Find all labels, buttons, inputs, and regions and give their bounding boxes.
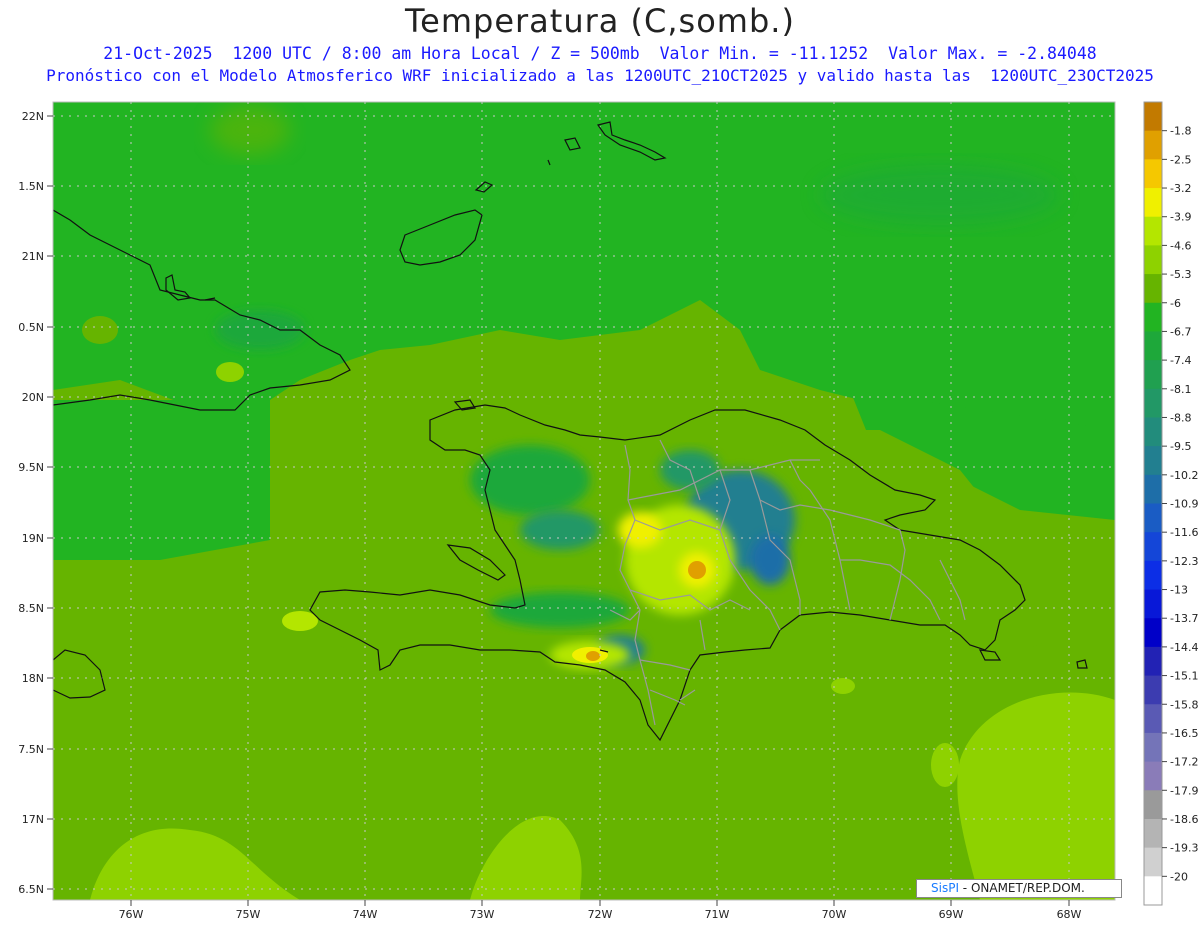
colorbar-label: -13 bbox=[1170, 584, 1188, 597]
lat-label: 9.5N bbox=[18, 461, 44, 474]
lat-label: 22N bbox=[22, 110, 44, 123]
colorbar-swatch bbox=[1144, 188, 1162, 218]
lon-label: 69W bbox=[939, 908, 964, 921]
colorbar-swatch bbox=[1144, 560, 1162, 591]
lat-label: 8.5N bbox=[18, 602, 44, 615]
credit-brand: SisPI bbox=[931, 881, 959, 895]
colorbar-swatch bbox=[1144, 417, 1162, 447]
colorbar-swatch bbox=[1144, 216, 1162, 246]
colorbar-label: -17.2 bbox=[1170, 756, 1198, 769]
colorbar-label: -10.2 bbox=[1170, 469, 1198, 482]
colorbar-swatch bbox=[1144, 790, 1162, 820]
lat-label: 17N bbox=[22, 813, 44, 826]
colorbar-label: -1.8 bbox=[1170, 125, 1191, 138]
colorbar-swatch bbox=[1144, 646, 1162, 677]
lat-label: 19N bbox=[22, 532, 44, 545]
subtitle-valid-time: 21-Oct-2025 1200 UTC / 8:00 am Hora Loca… bbox=[103, 44, 1097, 63]
colorbar-swatch bbox=[1144, 704, 1162, 734]
colorbar-swatch bbox=[1144, 675, 1162, 705]
colorbar-swatch bbox=[1144, 474, 1162, 505]
lon-label: 71W bbox=[705, 908, 730, 921]
colorbar-label: -13.7 bbox=[1170, 612, 1198, 625]
colorbar-swatch bbox=[1144, 274, 1162, 304]
colorbar-label: -18.6 bbox=[1170, 813, 1198, 826]
colorbar: -1.8 -2.5 -3.2 -3.9 -4.6 -5.3 -6 -6.7 -7.4 -8.1 -8… bbox=[1143, 101, 1198, 906]
colorbar-swatch bbox=[1144, 388, 1162, 419]
colorbar-swatch bbox=[1144, 876, 1162, 906]
colorbar-label: -6 bbox=[1170, 297, 1181, 310]
lat-label: 20N bbox=[22, 391, 44, 404]
colorbar-swatch bbox=[1144, 331, 1162, 361]
lat-label: 6.5N bbox=[18, 883, 44, 896]
colorbar-swatch bbox=[1144, 446, 1162, 476]
colorbar-swatch bbox=[1144, 503, 1162, 533]
colorbar-label: -10.9 bbox=[1170, 498, 1198, 511]
colorbar-label: -14.4 bbox=[1170, 641, 1198, 654]
lon-label: 76W bbox=[119, 908, 144, 921]
colorbar-label: -8.1 bbox=[1170, 383, 1191, 396]
colorbar-label: -5.3 bbox=[1170, 268, 1191, 281]
colorbar-swatch bbox=[1144, 360, 1162, 390]
lon-label: 75W bbox=[236, 908, 261, 921]
lat-label: 0.5N bbox=[18, 321, 44, 334]
colorbar-label: -4.6 bbox=[1170, 239, 1191, 252]
forecast-map: 22N 1.5N 21N 0.5N 20N 9.5N 19N 8.5N 18N … bbox=[18, 101, 1198, 921]
colorbar-swatch bbox=[1144, 589, 1162, 619]
lat-label: 18N bbox=[22, 672, 44, 685]
credit-box: SisPI - ONAMET/REP.DOM. bbox=[916, 879, 1122, 898]
colorbar-swatch bbox=[1144, 732, 1162, 763]
colorbar-swatch bbox=[1144, 532, 1162, 562]
colorbar-label: -6.7 bbox=[1170, 325, 1191, 338]
temperature-field bbox=[53, 102, 1115, 900]
colorbar-label: -15.8 bbox=[1170, 698, 1198, 711]
lon-label: 68W bbox=[1057, 908, 1082, 921]
colorbar-swatch bbox=[1144, 847, 1162, 877]
colorbar-swatch bbox=[1144, 302, 1162, 333]
subtitle-model-info: Pronóstico con el Modelo Atmosferico WRF… bbox=[46, 66, 1154, 85]
colorbar-swatch bbox=[1144, 245, 1162, 275]
colorbar-label: -2.5 bbox=[1170, 153, 1191, 166]
colorbar-swatch bbox=[1144, 761, 1162, 791]
colorbar-swatch bbox=[1144, 818, 1162, 849]
latitude-axis: 22N 1.5N 21N 0.5N 20N 9.5N 19N 8.5N 18N … bbox=[18, 110, 53, 896]
lon-label: 70W bbox=[822, 908, 847, 921]
colorbar-label: -16.5 bbox=[1170, 727, 1198, 740]
colorbar-label: -7.4 bbox=[1170, 354, 1191, 367]
lat-label: 21N bbox=[22, 250, 44, 263]
colorbar-label: -15.1 bbox=[1170, 670, 1198, 683]
colorbar-label: -9.5 bbox=[1170, 440, 1191, 453]
colorbar-label: -3.9 bbox=[1170, 211, 1191, 224]
lat-label: 7.5N bbox=[18, 743, 44, 756]
map-title: Temperatura (C,somb.) bbox=[405, 2, 795, 40]
lon-label: 73W bbox=[470, 908, 495, 921]
colorbar-swatch bbox=[1144, 618, 1162, 648]
colorbar-swatch bbox=[1144, 102, 1162, 132]
credit-text: - ONAMET/REP.DOM. bbox=[958, 881, 1085, 895]
colorbar-swatch bbox=[1144, 159, 1162, 189]
colorbar-label: -12.3 bbox=[1170, 555, 1198, 568]
colorbar-label: -17.9 bbox=[1170, 784, 1198, 797]
colorbar-label: -20 bbox=[1170, 870, 1188, 883]
lon-label: 74W bbox=[353, 908, 378, 921]
colorbar-swatch bbox=[1144, 130, 1162, 160]
colorbar-label: -11.6 bbox=[1170, 526, 1198, 539]
colorbar-label: -8.8 bbox=[1170, 411, 1191, 424]
lon-label: 72W bbox=[588, 908, 613, 921]
colorbar-label: -3.2 bbox=[1170, 182, 1191, 195]
colorbar-label: -19.3 bbox=[1170, 842, 1198, 855]
lat-label: 1.5N bbox=[18, 180, 44, 193]
longitude-axis: 76W 75W 74W 73W 72W 71W 70W 69W 68W bbox=[119, 900, 1082, 921]
